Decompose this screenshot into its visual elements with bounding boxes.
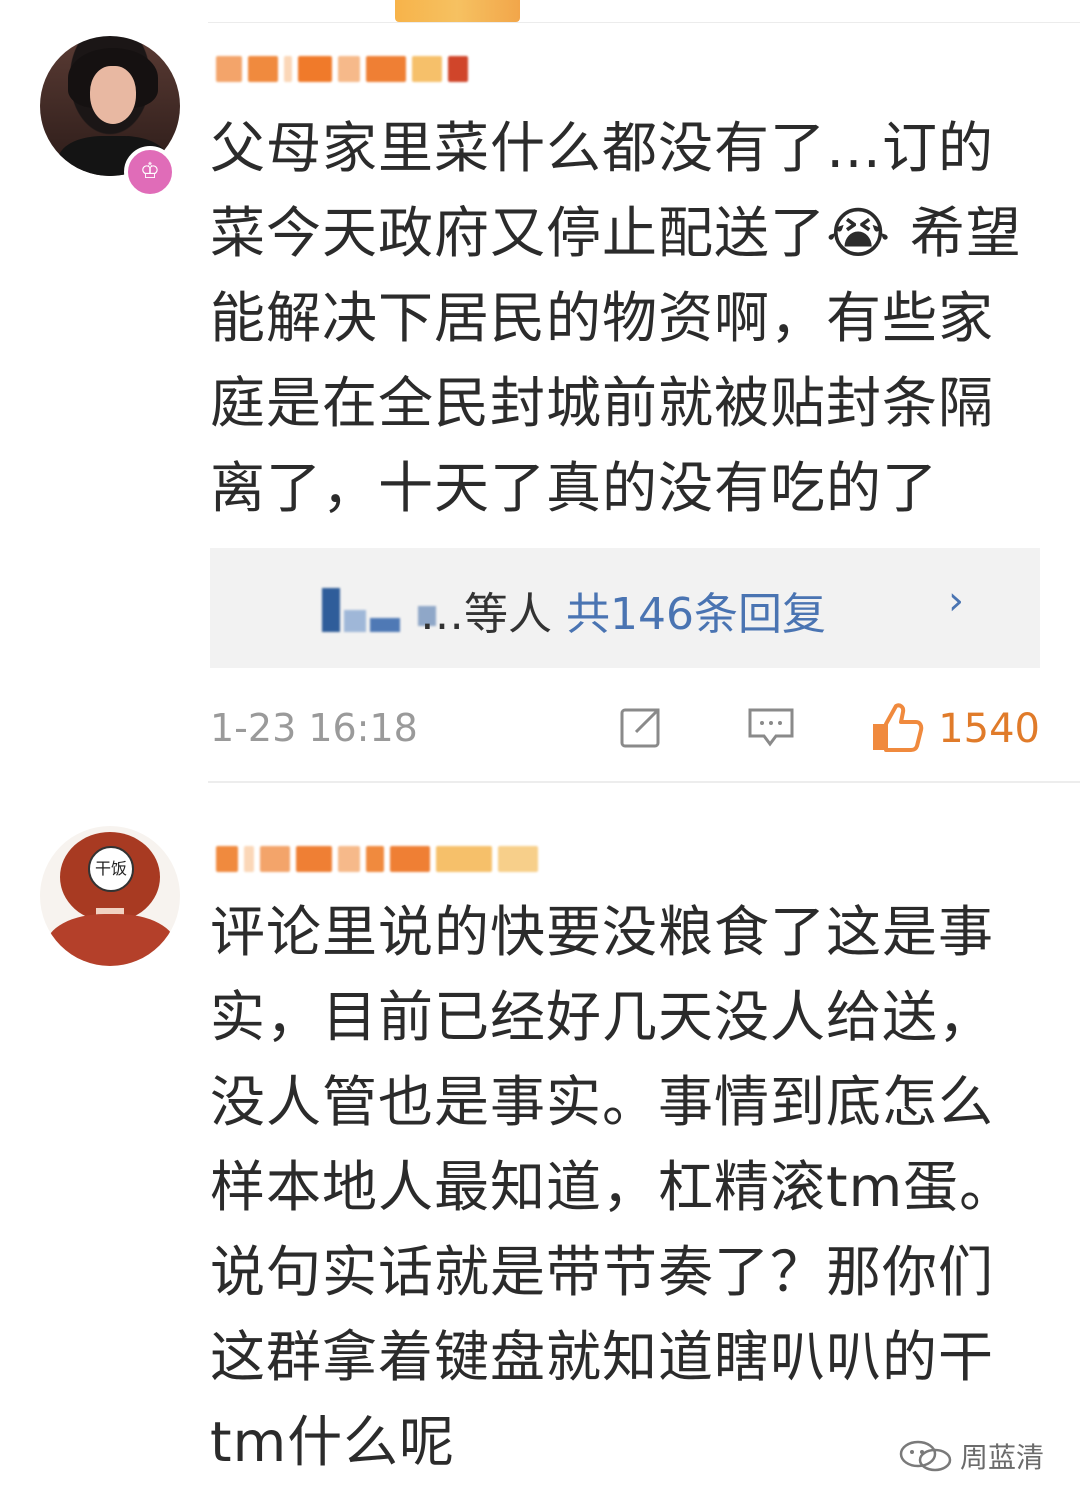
chevron-right-icon[interactable]: › <box>948 578 964 624</box>
share-icon[interactable] <box>618 704 664 750</box>
reply-avatars-blurred <box>322 588 436 636</box>
timestamp: 1-23 16:18 <box>210 706 418 750</box>
wechat-icon <box>899 1440 952 1472</box>
comment-icon[interactable] <box>746 704 796 750</box>
username-blurred[interactable] <box>216 838 538 880</box>
replies-box[interactable]: …等人 共146条回复 › <box>210 548 1040 668</box>
avatar-shoulders <box>46 914 176 966</box>
avatar-face <box>90 66 136 124</box>
avatar[interactable]: 干饭 <box>40 826 180 966</box>
comment-meta: 1-23 16:18 1540 <box>210 700 1040 760</box>
like-icon[interactable] <box>870 702 924 754</box>
replies-summary: …等人 共146条回复 <box>420 578 826 642</box>
username-blurred[interactable] <box>216 48 468 90</box>
comment-text: 父母家里菜什么都没有了…订的 菜今天政府又停止配送了😭 希望 能解决下居民的物资… <box>210 116 1022 520</box>
replies-count-link[interactable]: 共146条回复 <box>566 589 826 640</box>
comment-text: 评论里说的快要没粮食了这是事 实，目前已经好几天没人给送， 没人管也是事实。事情… <box>210 900 1016 1474</box>
watermark-text: 周蓝清 <box>959 1441 1044 1474</box>
top-blurred-strip <box>395 0 520 22</box>
watermark: 周蓝清 <box>898 1436 1044 1476</box>
comment-divider <box>208 781 1080 783</box>
avatar-badge: 干饭 <box>88 846 134 892</box>
vip-badge-icon: ♔ <box>124 146 176 198</box>
like-count: 1540 <box>938 706 1040 752</box>
replies-prefix: …等人 <box>420 589 552 640</box>
top-divider <box>208 22 1080 23</box>
